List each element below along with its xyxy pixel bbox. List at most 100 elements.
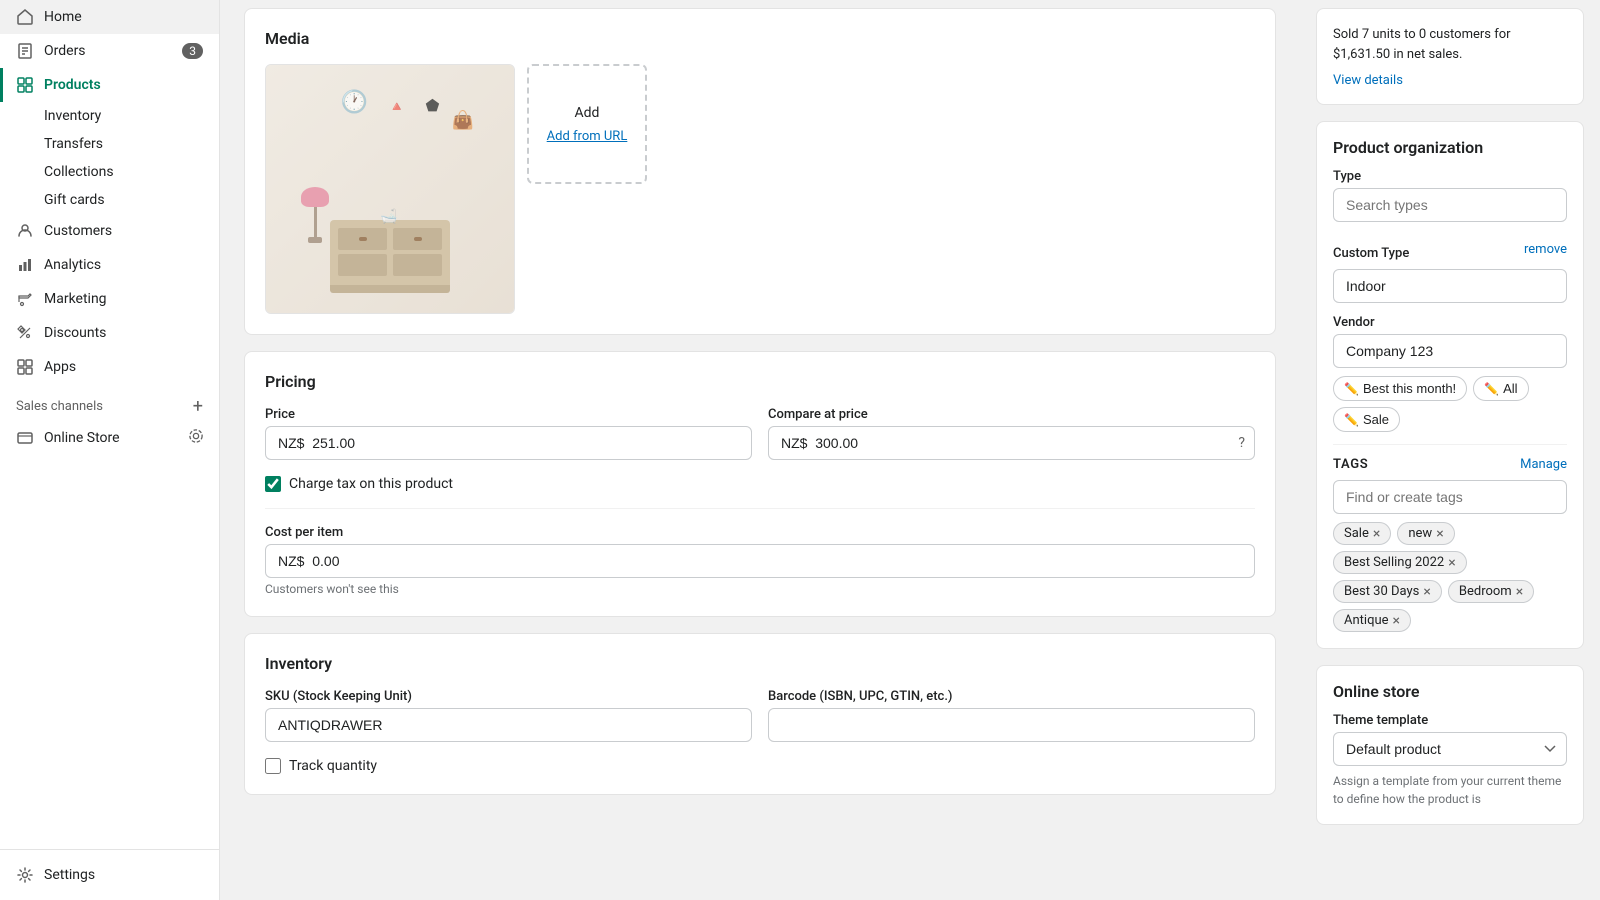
sidebar-item-apps-label: Apps [44,359,76,375]
add-media-button[interactable]: Add [575,105,600,121]
vendor-input[interactable] [1333,334,1567,368]
track-quantity-label: Track quantity [289,758,377,774]
cost-input[interactable] [265,544,1255,578]
lamp-decoration [301,187,329,243]
main-area: Media 🕐 🔺 ⬟ [220,0,1600,900]
track-quantity-checkbox[interactable] [265,758,281,774]
compare-price-input-wrapper: ? [768,426,1255,460]
tag-chip-remove[interactable]: × [1373,527,1380,541]
tag-chip: Bedroom × [1448,580,1534,603]
pred-btn-sale[interactable]: ✏️ Sale [1333,407,1400,432]
price-label: Price [265,407,752,422]
theme-template-select[interactable]: Default product Custom template [1333,732,1567,766]
sku-label: SKU (Stock Keeping Unit) [265,689,752,704]
custom-type-input[interactable] [1333,269,1567,303]
sidebar-item-orders-label: Orders [44,43,86,59]
sidebar-item-marketing-label: Marketing [44,291,107,307]
sidebar: Home Orders 3 Products Inventory Transfe… [0,0,220,900]
sidebar-sub-transfers[interactable]: Transfers [0,130,219,158]
sidebar-item-discounts[interactable]: Discounts [0,316,219,350]
custom-type-label: Custom Type [1333,246,1409,261]
sku-input[interactable] [265,708,752,742]
tag-chip-remove[interactable]: × [1393,614,1400,628]
view-details-link[interactable]: View details [1333,73,1403,88]
add-media-box[interactable]: Add Add from URL [527,64,647,184]
settings-label: Settings [44,867,95,883]
theme-hint: Assign a template from your current them… [1333,772,1567,808]
add-sales-channel-button[interactable]: + [193,396,203,417]
online-store-settings-icon[interactable] [189,429,203,447]
tags-input[interactable] [1333,480,1567,514]
type-search-input[interactable] [1333,188,1567,222]
cost-section: Cost per item Customers won't see this [265,508,1255,596]
manage-tags-link[interactable]: Manage [1520,457,1567,472]
product-image[interactable]: 🕐 🔺 ⬟ 👜 [265,64,515,314]
tag-chip-remove[interactable]: × [1448,556,1455,570]
tags-section: TAGS Manage Sale×new×Best Selling 2022×B… [1333,457,1567,632]
pred-btn-best-month[interactable]: ✏️ Best this month! [1333,376,1467,401]
sidebar-item-customers[interactable]: Customers [0,214,219,248]
sidebar-item-home[interactable]: Home [0,0,219,34]
media-grid: 🕐 🔺 ⬟ 👜 [265,64,1255,314]
customers-icon [16,222,34,240]
sidebar-item-apps[interactable]: Apps [0,350,219,384]
tag-chip-remove[interactable]: × [1436,527,1443,541]
dresser-decoration [330,220,450,293]
tags-label: TAGS [1333,457,1368,472]
tag-chip: Best 30 Days× [1333,580,1442,603]
sales-channels-section: Sales channels + [0,384,219,421]
compare-price-field: Compare at price ? [768,407,1255,460]
apps-icon [16,358,34,376]
right-panel: Sold 7 units to 0 customers for $1,631.5… [1300,0,1600,900]
remove-custom-type-link[interactable]: remove [1524,242,1567,257]
product-org-card: Product organization Type Custom Type re… [1316,121,1584,649]
sidebar-sub-inventory[interactable]: Inventory [0,102,219,130]
content-area: Media 🕐 🔺 ⬟ [220,0,1300,900]
sku-field: SKU (Stock Keeping Unit) [265,689,752,742]
products-icon [16,76,34,94]
insights-card: Sold 7 units to 0 customers for $1,631.5… [1316,8,1584,105]
pricing-title: Pricing [265,372,1255,391]
tag-chip: new× [1397,522,1454,545]
tag-chips: Sale×new×Best Selling 2022×Best 30 Days×… [1333,522,1567,632]
add-from-url-link[interactable]: Add from URL [547,129,628,144]
tag-chip-label: Bedroom [1459,584,1512,599]
pred-btn-all-label: All [1503,381,1517,396]
barcode-label: Barcode (ISBN, UPC, GTIN, etc.) [768,689,1255,704]
sidebar-item-online-store[interactable]: Online Store [0,421,219,455]
compare-price-input[interactable] [768,426,1255,460]
sidebar-item-home-label: Home [44,9,82,25]
inventory-card: Inventory SKU (Stock Keeping Unit) Barco… [244,633,1276,795]
tag-chip-remove[interactable]: × [1423,585,1430,599]
theme-template-label: Theme template [1333,713,1567,728]
online-store-label: Online Store [44,430,120,446]
pred-btn-all[interactable]: ✏️ All [1473,376,1528,401]
sidebar-item-analytics[interactable]: Analytics [0,248,219,282]
track-quantity-row: Track quantity [265,758,1255,774]
help-icon[interactable]: ? [1238,435,1245,451]
tag-chip-remove[interactable]: × [1516,585,1523,599]
tag-chip: Sale × [1333,522,1391,545]
sidebar-sub-collections[interactable]: Collections [0,158,219,186]
pricing-card: Pricing Price Compare at price ? [244,351,1276,617]
online-store-card: Online store Theme template Default prod… [1316,665,1584,825]
sidebar-item-discounts-label: Discounts [44,325,106,341]
sidebar-sub-giftcards[interactable]: Gift cards [0,186,219,214]
sidebar-item-marketing[interactable]: Marketing [0,282,219,316]
media-card: Media 🕐 🔺 ⬟ [244,8,1276,335]
cost-label: Cost per item [265,525,1255,540]
settings-icon [16,866,34,884]
sidebar-item-settings[interactable]: Settings [0,858,219,892]
tag-chip-label: Sale [1344,526,1369,541]
barcode-input[interactable] [768,708,1255,742]
price-input[interactable] [265,426,752,460]
sidebar-item-orders[interactable]: Orders 3 [0,34,219,68]
charge-tax-row: Charge tax on this product [265,476,1255,492]
vendor-label: Vendor [1333,315,1567,330]
sidebar-item-products[interactable]: Products [0,68,219,102]
analytics-icon [16,256,34,274]
charge-tax-checkbox[interactable] [265,476,281,492]
pred-btn-sale-label: Sale [1363,412,1389,427]
price-row: Price Compare at price ? [265,407,1255,460]
price-field: Price [265,407,752,460]
